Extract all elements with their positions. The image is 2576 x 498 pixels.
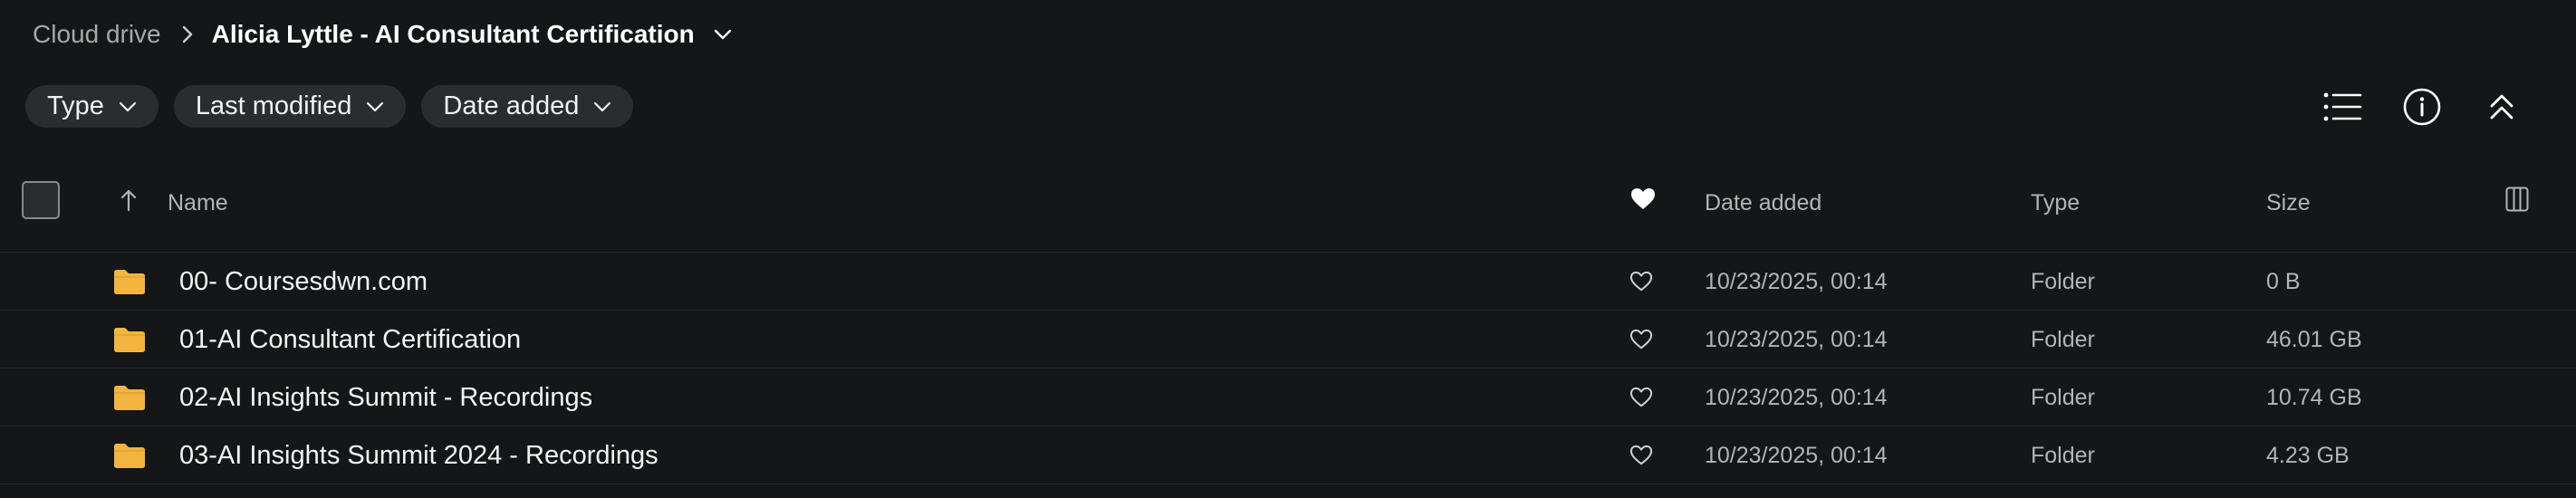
row-date-added: 10/23/2025, 00:14 bbox=[1705, 443, 1888, 468]
row-size: 10.74 GB bbox=[2266, 385, 2362, 410]
table-row[interactable]: 02-AI Insights Summit - Recordings 10/23… bbox=[0, 369, 2576, 426]
row-type: Folder bbox=[2031, 443, 2095, 468]
row-size: 4.23 GB bbox=[2266, 443, 2350, 468]
select-all-checkbox[interactable] bbox=[22, 181, 60, 219]
row-type: Folder bbox=[2031, 385, 2095, 410]
table-row[interactable]: 00- Coursesdwn.com 10/23/2025, 00:14 Fol… bbox=[0, 253, 2576, 311]
breadcrumb-current-folder: Alicia Lyttle - AI Consultant Certificat… bbox=[211, 20, 695, 48]
row-name[interactable]: 03-AI Insights Summit 2024 - Recordings bbox=[179, 441, 658, 471]
chevron-right-icon bbox=[181, 24, 194, 44]
chevron-down-icon bbox=[594, 101, 611, 111]
list-view-icon[interactable] bbox=[2319, 83, 2366, 130]
row-size: 46.01 GB bbox=[2266, 327, 2362, 352]
column-header-date-added[interactable]: Date added bbox=[1705, 190, 1821, 216]
folder-icon bbox=[112, 268, 147, 300]
chevron-down-icon[interactable] bbox=[713, 28, 733, 41]
folder-icon bbox=[112, 384, 147, 416]
column-header-name[interactable]: Name bbox=[168, 190, 228, 216]
row-name[interactable]: 00- Coursesdwn.com bbox=[179, 267, 428, 297]
table-row[interactable]: 01-AI Consultant Certification 10/23/202… bbox=[0, 311, 2576, 369]
info-icon[interactable] bbox=[2398, 83, 2446, 130]
heart-outline-icon[interactable] bbox=[1629, 329, 1653, 355]
row-size: 0 B bbox=[2266, 269, 2301, 294]
view-toolbar bbox=[2319, 83, 2525, 130]
row-type: Folder bbox=[2031, 327, 2095, 352]
row-name[interactable]: 01-AI Consultant Certification bbox=[179, 325, 521, 355]
column-header-type[interactable]: Type bbox=[2031, 190, 2080, 216]
folder-icon bbox=[112, 442, 147, 474]
heart-outline-icon[interactable] bbox=[1629, 387, 1653, 413]
file-list: 00- Coursesdwn.com 10/23/2025, 00:14 Fol… bbox=[0, 253, 2576, 484]
chevron-down-icon bbox=[367, 101, 384, 111]
breadcrumb: Cloud drive Alicia Lyttle - AI Consultan… bbox=[33, 16, 733, 53]
breadcrumb-root-link[interactable]: Cloud drive bbox=[33, 20, 161, 49]
heart-filled-icon[interactable] bbox=[1630, 187, 1656, 215]
row-name[interactable]: 02-AI Insights Summit - Recordings bbox=[179, 383, 592, 413]
filter-type-label: Type bbox=[47, 91, 104, 120]
collapse-up-icon[interactable] bbox=[2478, 83, 2525, 130]
arrow-up-icon[interactable] bbox=[120, 188, 138, 216]
heart-outline-icon[interactable] bbox=[1629, 271, 1653, 297]
column-header-size[interactable]: Size bbox=[2266, 190, 2311, 216]
columns-icon[interactable] bbox=[2505, 187, 2529, 216]
filter-bar: Type Last modified Date added bbox=[25, 85, 634, 128]
filter-date-added-button[interactable]: Date added bbox=[421, 85, 634, 128]
filter-type-button[interactable]: Type bbox=[25, 85, 159, 128]
row-date-added: 10/23/2025, 00:14 bbox=[1705, 269, 1888, 294]
filter-date-added-label: Date added bbox=[443, 91, 580, 120]
cloud-drive-page: Cloud drive Alicia Lyttle - AI Consultan… bbox=[0, 0, 2576, 498]
row-date-added: 10/23/2025, 00:14 bbox=[1705, 327, 1888, 352]
table-header: Name Date added Type Size bbox=[0, 172, 2576, 253]
heart-outline-icon[interactable] bbox=[1629, 445, 1653, 471]
table-row[interactable]: 03-AI Insights Summit 2024 - Recordings … bbox=[0, 426, 2576, 484]
chevron-down-icon bbox=[119, 101, 136, 111]
filter-last-modified-button[interactable]: Last modified bbox=[173, 85, 407, 128]
folder-icon bbox=[112, 326, 147, 358]
filter-last-modified-label: Last modified bbox=[195, 91, 352, 120]
row-type: Folder bbox=[2031, 269, 2095, 294]
row-date-added: 10/23/2025, 00:14 bbox=[1705, 385, 1888, 410]
